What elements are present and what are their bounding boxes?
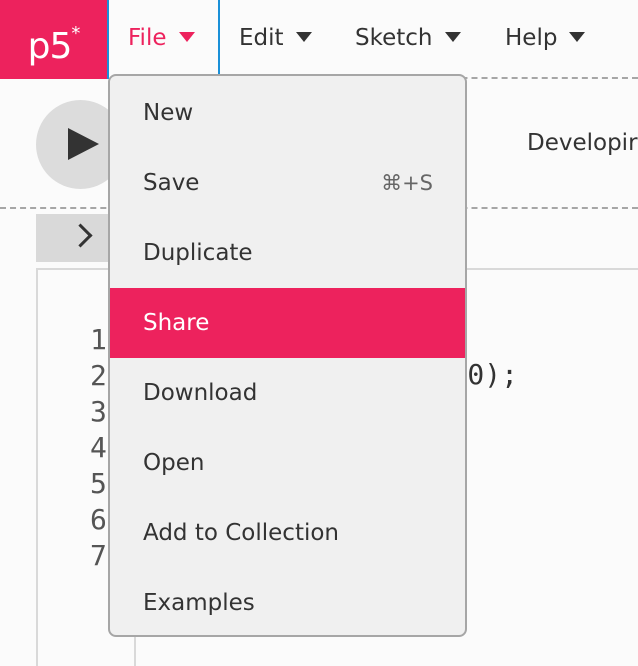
menu-item-duplicate[interactable]: Duplicate	[110, 218, 465, 288]
menu-item-label: Duplicate	[143, 240, 253, 266]
chevron-right-icon	[68, 223, 93, 248]
caret-down-icon	[178, 31, 195, 42]
nav-file-label: File	[128, 25, 167, 51]
nav-help-menu[interactable]: Help	[505, 0, 586, 79]
nav-help-label: Help	[505, 25, 558, 51]
menu-item-add-to-collection[interactable]: Add to Collection	[110, 498, 465, 568]
menu-item-examples[interactable]: Examples	[110, 568, 465, 635]
save-shortcut: ⌘+S	[381, 171, 433, 195]
menu-item-save[interactable]: Save ⌘+S	[110, 148, 465, 218]
nav-edit-menu[interactable]: Edit	[239, 0, 312, 79]
menu-item-label: Share	[143, 310, 210, 336]
menu-item-label: Add to Collection	[143, 520, 340, 546]
menu-item-label: Open	[143, 450, 205, 476]
menu-item-label: New	[143, 100, 194, 126]
nav-sketch-menu[interactable]: Sketch	[355, 0, 461, 79]
sidebar-toggle-button[interactable]	[36, 214, 116, 262]
menu-item-label: Download	[143, 380, 258, 406]
menu-item-label: Examples	[143, 590, 255, 616]
menu-item-label: Save	[143, 170, 200, 196]
menu-item-new[interactable]: New	[110, 78, 465, 148]
p5-logo[interactable]: p5*	[0, 0, 107, 79]
nav-sketch-label: Sketch	[355, 25, 433, 51]
p5-editor-page: p5* File Edit Sketch Help n Developir 1 …	[0, 0, 638, 666]
caret-down-icon	[569, 31, 586, 42]
nav-file-menu[interactable]: File	[107, 0, 220, 79]
menu-item-open[interactable]: Open	[110, 428, 465, 498]
sketch-name-partial[interactable]: Developir	[527, 130, 638, 156]
caret-down-icon	[295, 31, 312, 42]
caret-down-icon	[444, 31, 461, 42]
top-nav: p5* File Edit Sketch Help	[0, 0, 638, 79]
nav-edit-label: Edit	[239, 25, 284, 51]
menu-item-share[interactable]: Share	[110, 288, 465, 358]
logo-text: p5	[27, 26, 73, 67]
play-icon	[68, 128, 99, 160]
file-dropdown-menu: New Save ⌘+S Duplicate Share Download Op…	[108, 74, 467, 637]
menu-item-download[interactable]: Download	[110, 358, 465, 428]
logo-asterisk: *	[71, 23, 80, 44]
